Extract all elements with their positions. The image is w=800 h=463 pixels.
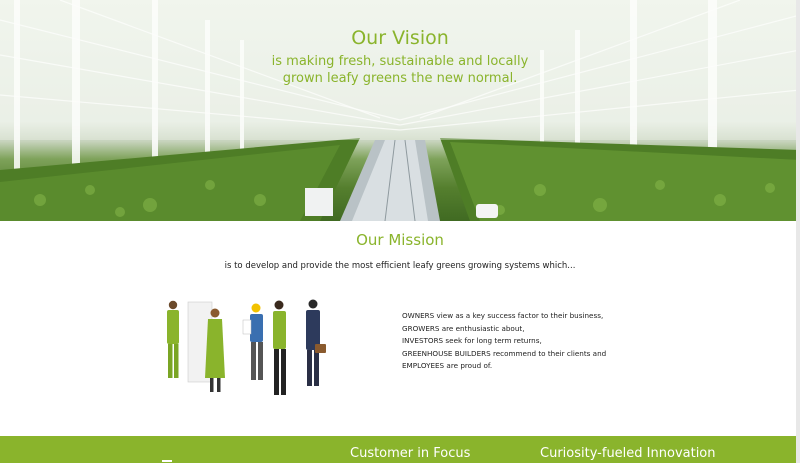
- stakeholder-employees: EMPLOYEES are proud of.: [402, 361, 493, 370]
- mission-text: is to develop and provide the most effic…: [224, 261, 576, 271]
- people-illustration: [167, 299, 326, 395]
- value-marker: [162, 460, 172, 462]
- stakeholder-builders: GREENHOUSE BUILDERS recommend to their c…: [402, 348, 607, 358]
- hero-section: Our Vision is making fresh, sustainable …: [0, 0, 800, 221]
- vision-title: Our Vision: [351, 27, 449, 49]
- stakeholder-growers: GROWERS are enthusiastic about,: [402, 323, 525, 333]
- vision-subtitle: is making fresh, sustainable and locally…: [271, 54, 529, 86]
- mission-title: Our Mission: [356, 231, 444, 249]
- value-curiosity-innovation: Curiosity-fueled Innovation: [540, 446, 716, 461]
- page-scrollbar[interactable]: [796, 0, 800, 463]
- stakeholder-investors: INVESTORS seek for long term returns,: [402, 336, 542, 345]
- value-customer-in-focus: Customer in Focus: [350, 446, 471, 461]
- stakeholder-list: OWNERS view as a key success factor to t…: [402, 310, 607, 373]
- stakeholder-owners: OWNERS view as a key success factor to t…: [402, 311, 604, 320]
